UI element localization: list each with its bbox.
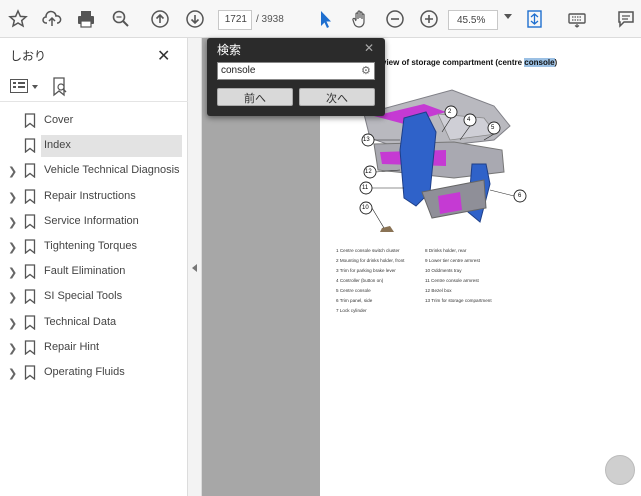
heading-text-end: ) [554,58,558,67]
legend-row: 4 Controller (button on) 11 Centre consol… [336,278,479,283]
chevron-down-icon[interactable] [32,85,38,89]
bookmark-item-repair-instructions[interactable]: ❯ Repair Instructions [0,186,188,211]
bookmark-label: Cover [44,114,74,126]
zoom-in-icon[interactable] [418,8,440,30]
zoom-level-input[interactable]: 45.5% [448,10,498,30]
legend-row: 5 Centre console 12 Bezel box [336,288,452,293]
bookmark-item-repair-hint[interactable]: ❯ Repair Hint [0,337,188,362]
chevron-right-icon[interactable]: ❯ [8,241,17,254]
bookmark-options-icon[interactable] [10,79,28,93]
bookmark-item-index[interactable]: Index [0,135,188,160]
search-hit-highlight: console [524,58,555,67]
bookmark-icon [24,264,36,280]
chevron-right-icon[interactable]: ❯ [8,291,17,304]
floating-action-button[interactable] [605,455,635,485]
bookmark-list: Cover Index ❯ Vehicle Technical Diagnosi… [0,110,188,387]
sidebar-collapse-handle[interactable] [188,38,202,496]
main-toolbar: 1721 / 3938 45.5% [0,0,641,38]
keyboard-icon[interactable] [566,8,588,30]
bookmarks-panel: しおり ✕ Cover Index ❯ Vehicle Technical Di… [0,38,188,496]
page-heading: verview of storage compartment (centre c… [370,58,557,67]
bookmark-star-icon[interactable] [7,8,29,30]
parts-legend: 1 Centre console switch cluster 8 Drinks … [336,248,536,318]
diagram-callout: 11 [362,185,369,191]
chevron-right-icon[interactable]: ❯ [8,216,17,229]
bookmark-label: Operating Fluids [44,365,125,378]
bookmark-label: Repair Hint [44,340,100,353]
select-cursor-icon[interactable] [314,8,336,30]
page-down-icon[interactable] [184,8,206,30]
bookmark-icon [24,314,36,330]
bookmark-item-fault-elimination[interactable]: ❯ Fault Elimination [0,261,188,286]
bookmarks-toolbar [0,72,188,102]
bookmark-icon [24,163,36,179]
bookmark-icon [24,214,36,230]
find-next-button[interactable]: 次へ [299,88,375,106]
chevron-right-icon[interactable]: ❯ [8,342,17,355]
bookmark-label: Fault Elimination [44,265,126,278]
diagram-callout: 6 [518,193,522,199]
legend-row: 3 Trim for parking brake lever 10 Oddment… [336,268,462,273]
legend-row: 2 Mounting for drinks holder, front 9 Low… [336,258,480,263]
zoom-magnifier-icon[interactable] [110,8,132,30]
legend-row: 1 Centre console switch cluster 8 Drinks … [336,248,467,253]
fit-page-icon[interactable] [524,8,546,30]
bookmark-item-operating-fluids[interactable]: ❯ Operating Fluids [0,362,188,387]
find-bookmark-icon[interactable] [52,77,68,97]
diagram-callout: 2 [448,109,452,115]
diagram-callout: 12 [365,169,372,175]
bookmark-label: Technical Data [44,315,117,328]
collapse-arrow-icon[interactable] [192,264,197,272]
bookmark-item-cover[interactable]: Cover [0,110,188,135]
page-total: / 3938 [256,14,284,25]
bookmark-icon [24,188,36,204]
diagram-callout: 10 [362,205,369,211]
print-icon[interactable] [75,8,97,30]
find-dialog-title: 検索 [217,43,242,57]
bookmark-item-technical-data[interactable]: ❯ Technical Data [0,312,188,337]
find-dialog: 検索 ✕ console ⚙ 前へ 次へ [207,38,385,116]
diagram-callout: 13 [363,137,370,143]
search-input[interactable]: console [217,62,375,80]
bookmark-label: Tightening Torques [44,239,137,252]
legend-row: 7 Lock cylinder [336,308,367,313]
gear-icon[interactable]: ⚙ [361,64,371,77]
bookmark-item-si-special-tools[interactable]: ❯ SI Special Tools [0,286,188,311]
bookmark-icon [24,138,36,154]
bookmark-label: Repair Instructions [44,189,136,202]
close-icon[interactable]: ✕ [157,46,170,66]
chevron-right-icon[interactable]: ❯ [8,165,17,178]
bookmark-label: SI Special Tools [44,290,123,303]
chevron-right-icon[interactable]: ❯ [8,367,17,380]
bookmarks-panel-title: しおり [10,49,47,63]
page-up-icon[interactable] [149,8,171,30]
upload-cloud-icon[interactable] [41,8,63,30]
bookmark-item-vehicle-technical-diagnosis[interactable]: ❯ Vehicle Technical Diagnosis [0,160,188,185]
bookmark-item-service-information[interactable]: ❯ Service Information [0,211,188,236]
bookmark-label: Service Information [44,214,139,227]
bookmark-icon [24,113,36,129]
legend-row: 6 Trim panel, side 13 Trim for storage co… [336,298,492,303]
chevron-right-icon[interactable]: ❯ [8,266,17,279]
bookmark-icon [24,239,36,255]
find-previous-button[interactable]: 前へ [217,88,293,106]
bookmark-icon [24,340,36,356]
bookmark-item-tightening-torques[interactable]: ❯ Tightening Torques [0,236,188,261]
page-number-input[interactable]: 1721 [218,10,252,30]
comment-icon[interactable] [615,8,637,30]
chevron-right-icon[interactable]: ❯ [8,191,17,204]
chevron-right-icon[interactable]: ❯ [8,317,17,330]
close-icon[interactable]: ✕ [364,41,374,55]
bookmark-label: Vehicle Technical Diagnosis [44,164,180,177]
diagram-callout: 5 [491,125,495,131]
zoom-dropdown-arrow-icon[interactable] [504,14,512,19]
diagram-callout: 4 [467,117,471,123]
bookmark-label: Index [44,139,71,152]
heading-text: verview of storage compartment (centre [370,58,525,67]
bookmark-icon [24,365,36,381]
zoom-out-icon[interactable] [384,8,406,30]
bookmark-icon [24,289,36,305]
hand-tool-icon[interactable] [349,8,371,30]
